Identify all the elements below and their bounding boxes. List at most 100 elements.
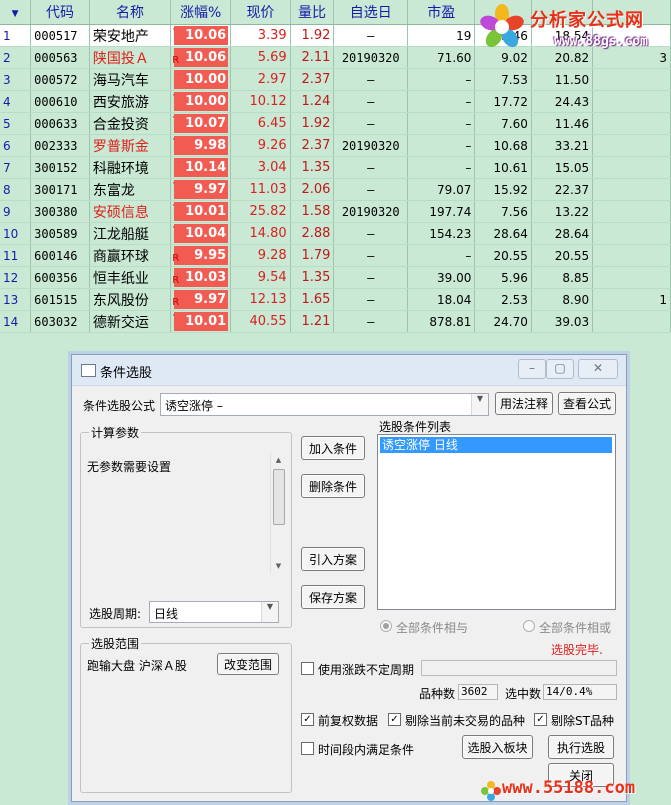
stock-name: 安硕信息 <box>89 200 172 223</box>
table-row[interactable]: 6 002333 罗普斯金 · 9.98 9.26 2.37 20190320–10.68 33… <box>0 134 671 157</box>
table-row[interactable]: 4 000610 西安旅游 · 10.00 10.12 1.24– –17.72 24.43 <box>0 90 671 113</box>
scroll-thumb[interactable] <box>273 469 285 525</box>
change-pct: R 9.95 <box>170 244 232 267</box>
volume-ratio: 1.21 <box>290 310 335 333</box>
market-value: 18.04 <box>407 288 476 311</box>
extra-value <box>592 222 671 245</box>
flower-logo-icon <box>480 4 524 48</box>
table-row[interactable]: 11 600146 商赢环球 R 9.95 9.28 1.79– –20.55 20.55 <box>0 244 671 267</box>
run-selection-button[interactable]: 执行选股 <box>548 735 614 759</box>
stock-code: 000563 <box>30 46 90 69</box>
maximize-button[interactable]: ▢ <box>546 359 574 379</box>
scroll-down-icon[interactable]: ▼ <box>271 559 286 573</box>
header-mv[interactable]: 市盈 <box>407 0 476 25</box>
row-index: 5 <box>0 112 32 135</box>
stock-name: 恒丰纸业 <box>89 266 172 289</box>
table-row[interactable]: 7 300152 科融环境 10.14 3.04 1.35– –10.61 15.05 <box>0 156 671 179</box>
extra-value <box>592 68 671 91</box>
table-row[interactable]: 5 000633 合金投资 · 10.07 6.45 1.92– –7.60 11.46 <box>0 112 671 135</box>
chk-forward-adjust[interactable]: ✓ <box>301 713 314 726</box>
extra-value <box>592 200 671 223</box>
header-pct[interactable]: 涨幅% <box>170 0 232 25</box>
header-name[interactable]: 名称 <box>89 0 172 25</box>
header-date[interactable]: 自选日 <box>333 0 409 25</box>
chk-irregular-period[interactable] <box>301 662 314 675</box>
pe2-value: 8.85 <box>531 266 594 289</box>
radio-all-and[interactable] <box>380 620 392 632</box>
table-row[interactable]: 14 603032 德新交运 · 10.01 40.55 1.21–878.81 24.70 3… <box>0 310 671 333</box>
watchlist-date: – <box>333 310 409 333</box>
formula-label: 条件选股公式 <box>83 399 156 413</box>
dialog-titlebar[interactable]: 条件选股 – ▢ ✕ <box>72 355 626 386</box>
stock-name: 东富龙 <box>89 178 172 201</box>
chevron-down-icon[interactable]: ▼ <box>261 602 278 622</box>
row-index: 12 <box>0 266 32 289</box>
usage-notes-button[interactable]: 用法注释 <box>495 392 553 415</box>
radio-all-or[interactable] <box>523 620 535 632</box>
condition-listbox[interactable]: 诱空涨停 日线 <box>377 434 616 610</box>
row-flag: R <box>172 55 180 66</box>
pe2-value: 28.64 <box>531 222 594 245</box>
view-formula-button[interactable]: 查看公式 <box>558 392 616 415</box>
scroll-up-icon[interactable]: ▲ <box>271 453 286 467</box>
watchlist-date: – <box>333 244 409 267</box>
watermark-bottom-url: www.55188.com <box>502 778 636 798</box>
chk-exclude-untraded[interactable]: ✓ <box>388 713 401 726</box>
change-pct: · 9.97 <box>170 178 232 201</box>
params-scrollbar[interactable]: ▲ ▼ <box>270 453 286 573</box>
import-scheme-button[interactable]: 引入方案 <box>301 547 365 571</box>
table-row[interactable]: 10 300589 江龙船艇 · 10.04 14.80 2.88–154.23 28.64 2… <box>0 222 671 245</box>
header-ratio[interactable]: 量比 <box>290 0 335 25</box>
stock-code: 300589 <box>30 222 90 245</box>
row-flag: · <box>172 135 176 145</box>
watchlist-date: – <box>333 266 409 289</box>
current-price: 9.28 <box>230 244 291 267</box>
stock-code: 603032 <box>30 310 90 333</box>
chevron-down-icon[interactable]: ▼ <box>471 394 488 415</box>
extra-value <box>592 244 671 267</box>
window-icon <box>81 364 96 377</box>
market-value: – <box>407 90 476 113</box>
stock-name: 罗普斯金 <box>89 134 172 157</box>
condition-list-item[interactable]: 诱空涨停 日线 <box>380 437 612 453</box>
table-row[interactable]: 12 600356 恒丰纸业 R 10.03 9.54 1.35–39.00 5.96 8.85 <box>0 266 671 289</box>
change-pct: 10.00 <box>170 68 232 91</box>
extra-value <box>592 310 671 333</box>
save-scheme-button[interactable]: 保存方案 <box>301 585 365 609</box>
table-row[interactable]: 9 300380 安硕信息 · 10.01 25.82 1.58 20190320 197.74… <box>0 200 671 223</box>
period-combo[interactable]: 日线 ▼ <box>149 601 279 623</box>
table-row[interactable]: 3 000572 海马汽车 10.00 2.97 2.37– –7.53 11.50 <box>0 68 671 91</box>
watermark-logo-top: 分析家公式网 www.88gs.com <box>474 0 671 54</box>
minimize-button[interactable]: – <box>518 359 546 379</box>
extra-value <box>592 90 671 113</box>
header-price[interactable]: 现价 <box>230 0 291 25</box>
current-price: 9.26 <box>230 134 291 157</box>
chk-time-range[interactable] <box>301 742 314 755</box>
current-price: 12.13 <box>230 288 291 311</box>
change-pct: · 10.00 <box>170 90 232 113</box>
current-price: 6.45 <box>230 112 291 135</box>
watchlist-date: 20190320 <box>333 200 409 223</box>
close-window-button[interactable]: ✕ <box>578 359 618 379</box>
delete-condition-button[interactable]: 删除条件 <box>301 474 365 498</box>
table-row[interactable]: 13 601515 东风股份 R 9.97 12.13 1.65–18.04 2.53 8.90… <box>0 288 671 311</box>
to-block-button[interactable]: 选股入板块 <box>462 735 533 759</box>
radio-all-or-label: 全部条件相或 <box>539 621 612 635</box>
pe-value: 7.53 <box>474 68 532 91</box>
stock-code: 000610 <box>30 90 90 113</box>
add-condition-button[interactable]: 加入条件 <box>301 436 365 460</box>
pe2-value: 15.05 <box>531 156 594 179</box>
header-sort-icon[interactable]: ▼ <box>0 0 32 25</box>
row-flag: R <box>172 297 180 308</box>
current-price: 2.97 <box>230 68 291 91</box>
current-price: 3.04 <box>230 156 291 179</box>
change-scope-button[interactable]: 改变范围 <box>217 653 279 675</box>
count-label: 品种数 <box>419 687 456 701</box>
formula-combo[interactable]: 诱空涨停 – ▼ <box>160 393 489 416</box>
watermark-brand: 分析家公式网 <box>530 10 644 31</box>
table-row[interactable]: 8 300171 东富龙 · 9.97 11.03 2.06–79.07 15.92 22.37 <box>0 178 671 201</box>
chk-exclude-st[interactable]: ✓ <box>534 713 547 726</box>
market-value: 79.07 <box>407 178 476 201</box>
volume-ratio: 1.65 <box>290 288 335 311</box>
header-code[interactable]: 代码 <box>30 0 90 25</box>
